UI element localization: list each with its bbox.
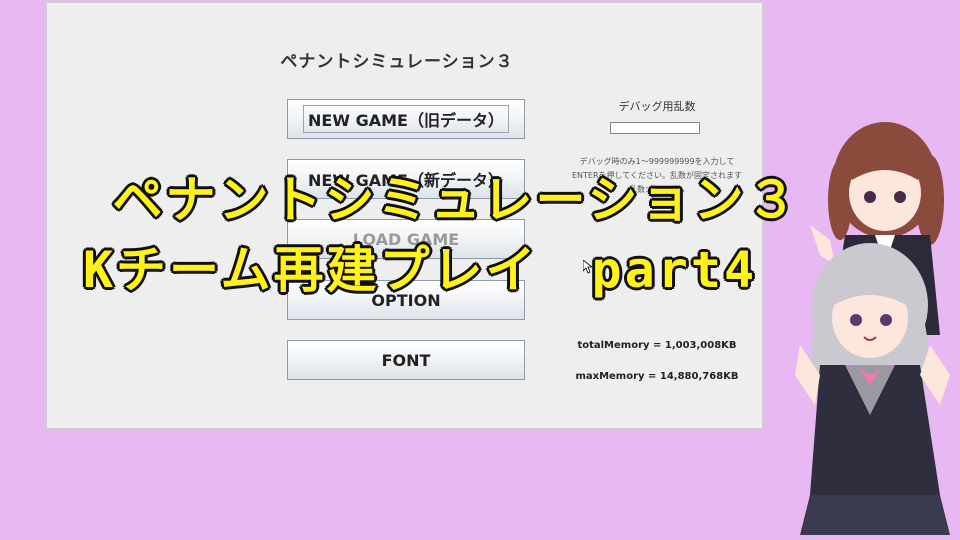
total-memory-text: totalMemory = 1,003,008KB bbox=[577, 340, 737, 351]
button-label: NEW GAME（旧データ） bbox=[303, 105, 509, 133]
debug-note-line: デバッグ時のみ1～999999999を入力して bbox=[579, 157, 735, 166]
font-button[interactable]: FONT bbox=[287, 340, 525, 380]
overlay-caption-line2: Kチーム再建プレイ part4 bbox=[82, 240, 758, 300]
debug-random-label: デバッグ用乱数 bbox=[618, 100, 696, 113]
overlay-caption-line1: ペナントシミュレーション３ bbox=[112, 170, 800, 230]
game-title: ペナントシミュレーション３ bbox=[280, 52, 514, 72]
new-game-old-data-button[interactable]: NEW GAME（旧データ） bbox=[287, 99, 525, 139]
debug-random-input[interactable] bbox=[610, 122, 700, 134]
max-memory-text: maxMemory = 14,880,768KB bbox=[575, 371, 739, 382]
video-frame: ペナントシミュレーション３ NEW GAME（旧データ） NEW GAME（新デ… bbox=[0, 0, 960, 540]
button-label: FONT bbox=[381, 350, 431, 370]
